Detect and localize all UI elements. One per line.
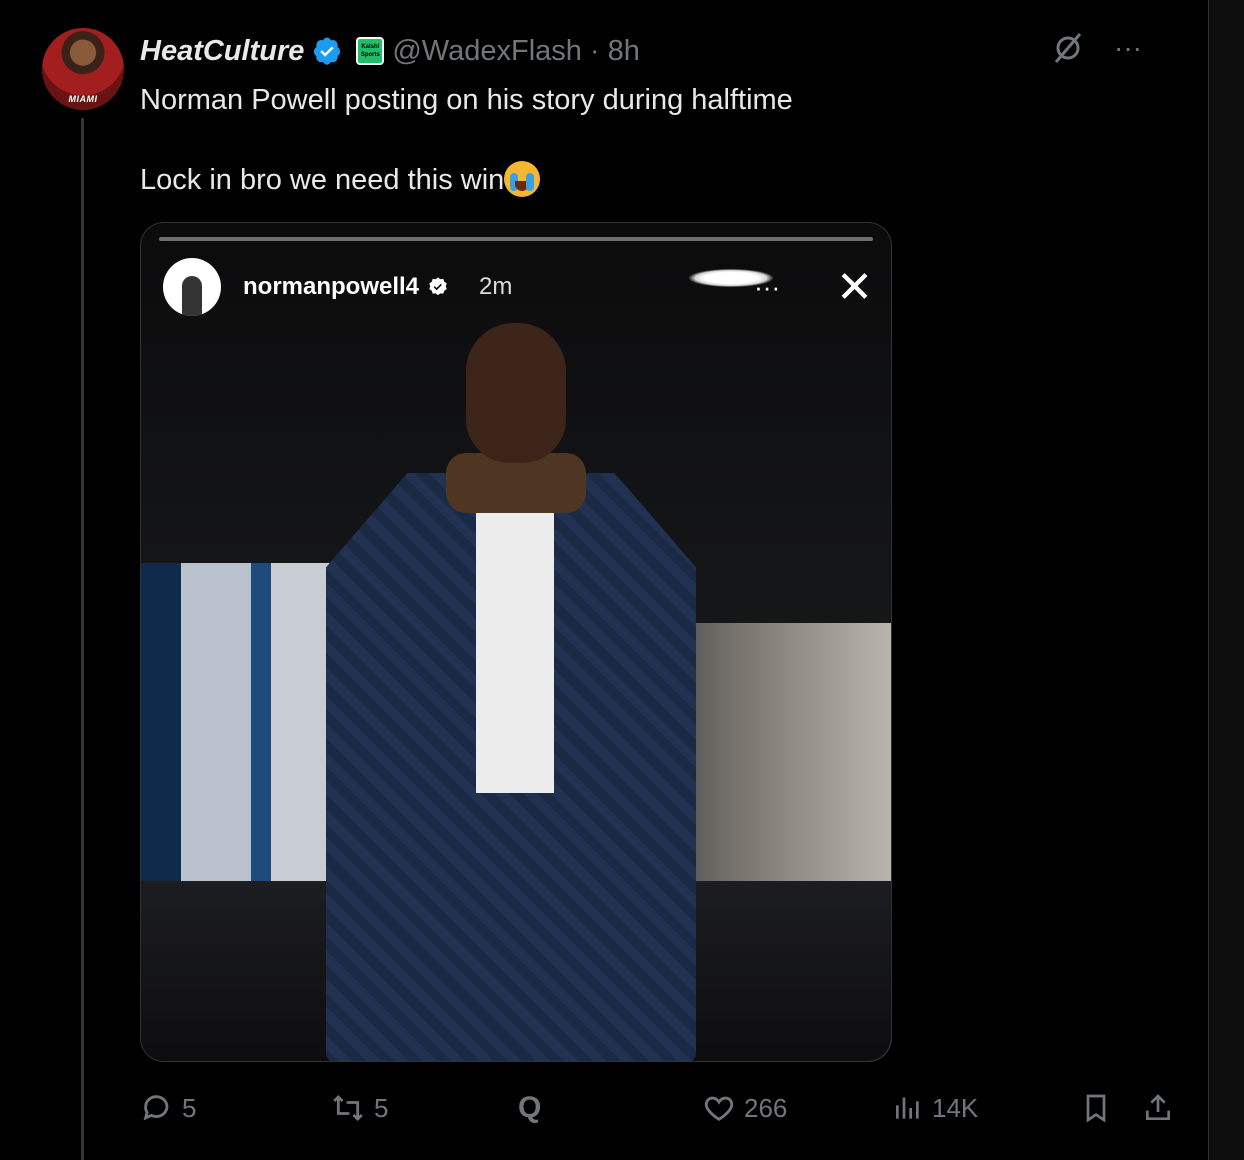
post-text-line-1: Norman Powell posting on his story durin… bbox=[140, 84, 793, 116]
post-container: MIAMI HeatCulture Kalshi Sports @WadexFl… bbox=[0, 0, 1209, 1160]
post-text-line-2: Lock in bro we need this win bbox=[140, 160, 1140, 200]
views-icon bbox=[896, 1097, 919, 1119]
story-progress-bar bbox=[159, 237, 873, 241]
bookmark-button[interactable] bbox=[1080, 1091, 1112, 1125]
grok-ask-icon: Q bbox=[518, 1091, 542, 1124]
post-top-actions: ··· bbox=[1050, 30, 1142, 66]
author-name[interactable]: HeatCulture bbox=[140, 35, 304, 68]
verified-badge-icon bbox=[314, 37, 341, 65]
share-button[interactable] bbox=[1142, 1091, 1174, 1125]
separator-dot: · bbox=[589, 34, 600, 67]
post-header: HeatCulture Kalshi Sports @WadexFlash · … bbox=[140, 32, 640, 70]
heart-icon bbox=[704, 1096, 734, 1121]
white-tee bbox=[476, 493, 554, 793]
story-more-icon: ··· bbox=[754, 271, 781, 302]
author-handle[interactable]: @WadexFlash bbox=[392, 35, 582, 68]
thread-line bbox=[81, 118, 84, 1160]
affiliate-badge[interactable]: Kalshi Sports bbox=[356, 37, 385, 65]
post-media-image[interactable]: normanpowell4 2m ··· ✕ bbox=[140, 222, 892, 1062]
like-button[interactable]: 266 bbox=[702, 1091, 787, 1125]
post-text: Norman Powell posting on his story durin… bbox=[140, 80, 1140, 240]
repost-button[interactable]: 5 bbox=[330, 1091, 388, 1125]
post-time[interactable]: 8h bbox=[608, 35, 640, 68]
story-username: normanpowell4 bbox=[243, 273, 420, 300]
grok-icon[interactable] bbox=[1050, 30, 1086, 66]
repost-icon bbox=[333, 1094, 363, 1122]
post-action-bar: 5 5 Q 266 14K bbox=[140, 1086, 1180, 1130]
reply-count: 5 bbox=[182, 1092, 197, 1123]
story-header: normanpowell4 2m ··· ✕ bbox=[163, 257, 873, 317]
avatar-jersey-text: MIAMI bbox=[68, 94, 98, 104]
more-dots-icon[interactable]: ··· bbox=[1114, 32, 1142, 64]
repost-count: 5 bbox=[374, 1092, 389, 1123]
crying-face-icon bbox=[504, 161, 541, 197]
like-count: 266 bbox=[744, 1092, 788, 1123]
person-figure bbox=[326, 323, 696, 1061]
reply-icon bbox=[143, 1095, 169, 1121]
grok-ask-button[interactable]: Q bbox=[518, 1091, 541, 1125]
person-head bbox=[466, 323, 566, 463]
views-button[interactable]: 14K bbox=[892, 1092, 978, 1124]
story-close-icon: ✕ bbox=[836, 262, 873, 312]
author-avatar[interactable]: MIAMI bbox=[42, 28, 124, 110]
share-icon bbox=[1146, 1094, 1170, 1120]
story-time: 2m bbox=[479, 273, 513, 300]
story-verified-icon bbox=[429, 277, 447, 296]
post-text-line-2-text: Lock in bro we need this win bbox=[140, 164, 505, 196]
story-avatar bbox=[163, 258, 221, 316]
view-count: 14K bbox=[932, 1092, 979, 1123]
reply-button[interactable]: 5 bbox=[140, 1091, 196, 1125]
bookmark-icon bbox=[1086, 1094, 1106, 1123]
